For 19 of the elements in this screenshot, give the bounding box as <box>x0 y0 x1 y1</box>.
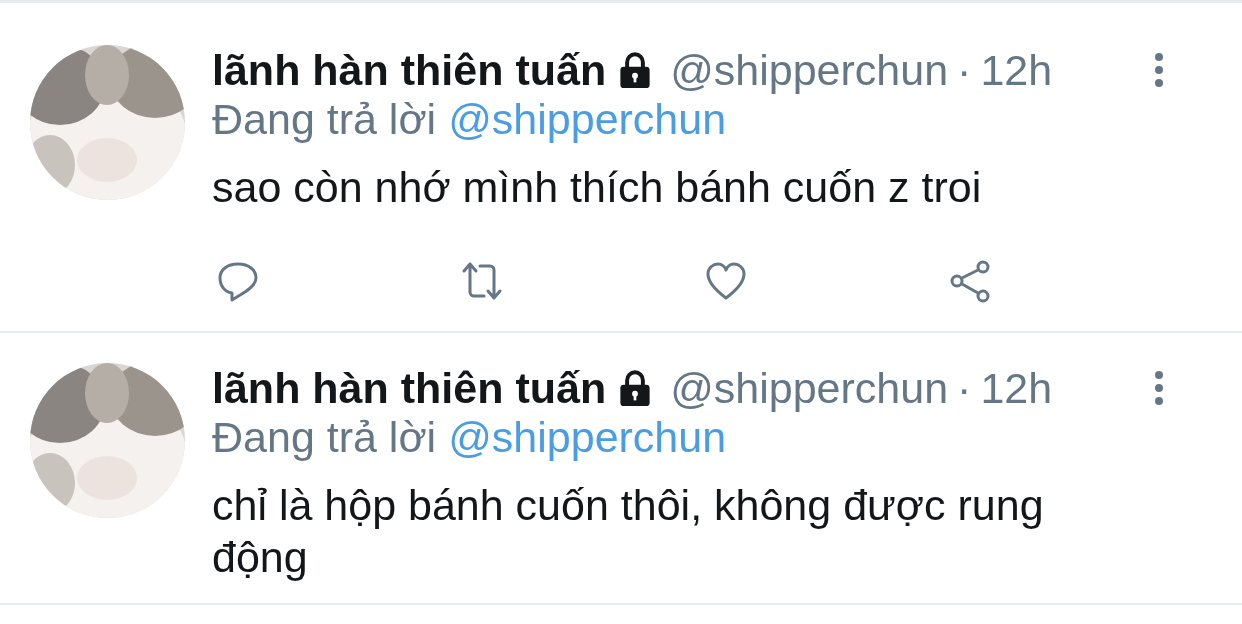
author-handle[interactable]: @shipperchun <box>670 45 949 95</box>
separator-dot: · <box>957 363 972 413</box>
author-name[interactable]: lãnh hàn thiên tuấn <box>212 45 607 95</box>
tweet-time[interactable]: 12h <box>980 363 1053 413</box>
author-name[interactable]: lãnh hàn thiên tuấn <box>212 363 607 413</box>
tweet-card[interactable]: lãnh hàn thiên tuấn @shipperchun · 12h Đang trả lời @shipperchun chỉ là hộp bánh cuốn thôi, không được rung động <box>0 333 1242 605</box>
tweet-card[interactable]: lãnh hàn thiên tuấn @shipperchun · 12h Đang trả lời @shipperchun sao còn nhớ mình thích bánh cuốn z troi <box>0 3 1242 333</box>
mention-link[interactable]: @shipperchun <box>448 412 727 462</box>
replying-label: Đang trả lời <box>212 412 437 462</box>
tweet-text: chỉ là hộp bánh cuốn thôi, không được rung động <box>212 480 1045 583</box>
separator-dot: · <box>957 45 972 95</box>
more-options-icon[interactable] <box>1154 52 1164 88</box>
more-options-icon[interactable] <box>1154 370 1164 406</box>
mention-link[interactable]: @shipperchun <box>448 94 727 144</box>
tweet-time[interactable]: 12h <box>980 45 1053 95</box>
tweet-text: sao còn nhớ mình thích bánh cuốn z troi <box>212 162 983 213</box>
share-icon[interactable] <box>948 259 992 303</box>
author-handle[interactable]: @shipperchun <box>670 363 949 413</box>
replying-label: Đang trả lời <box>212 94 437 144</box>
